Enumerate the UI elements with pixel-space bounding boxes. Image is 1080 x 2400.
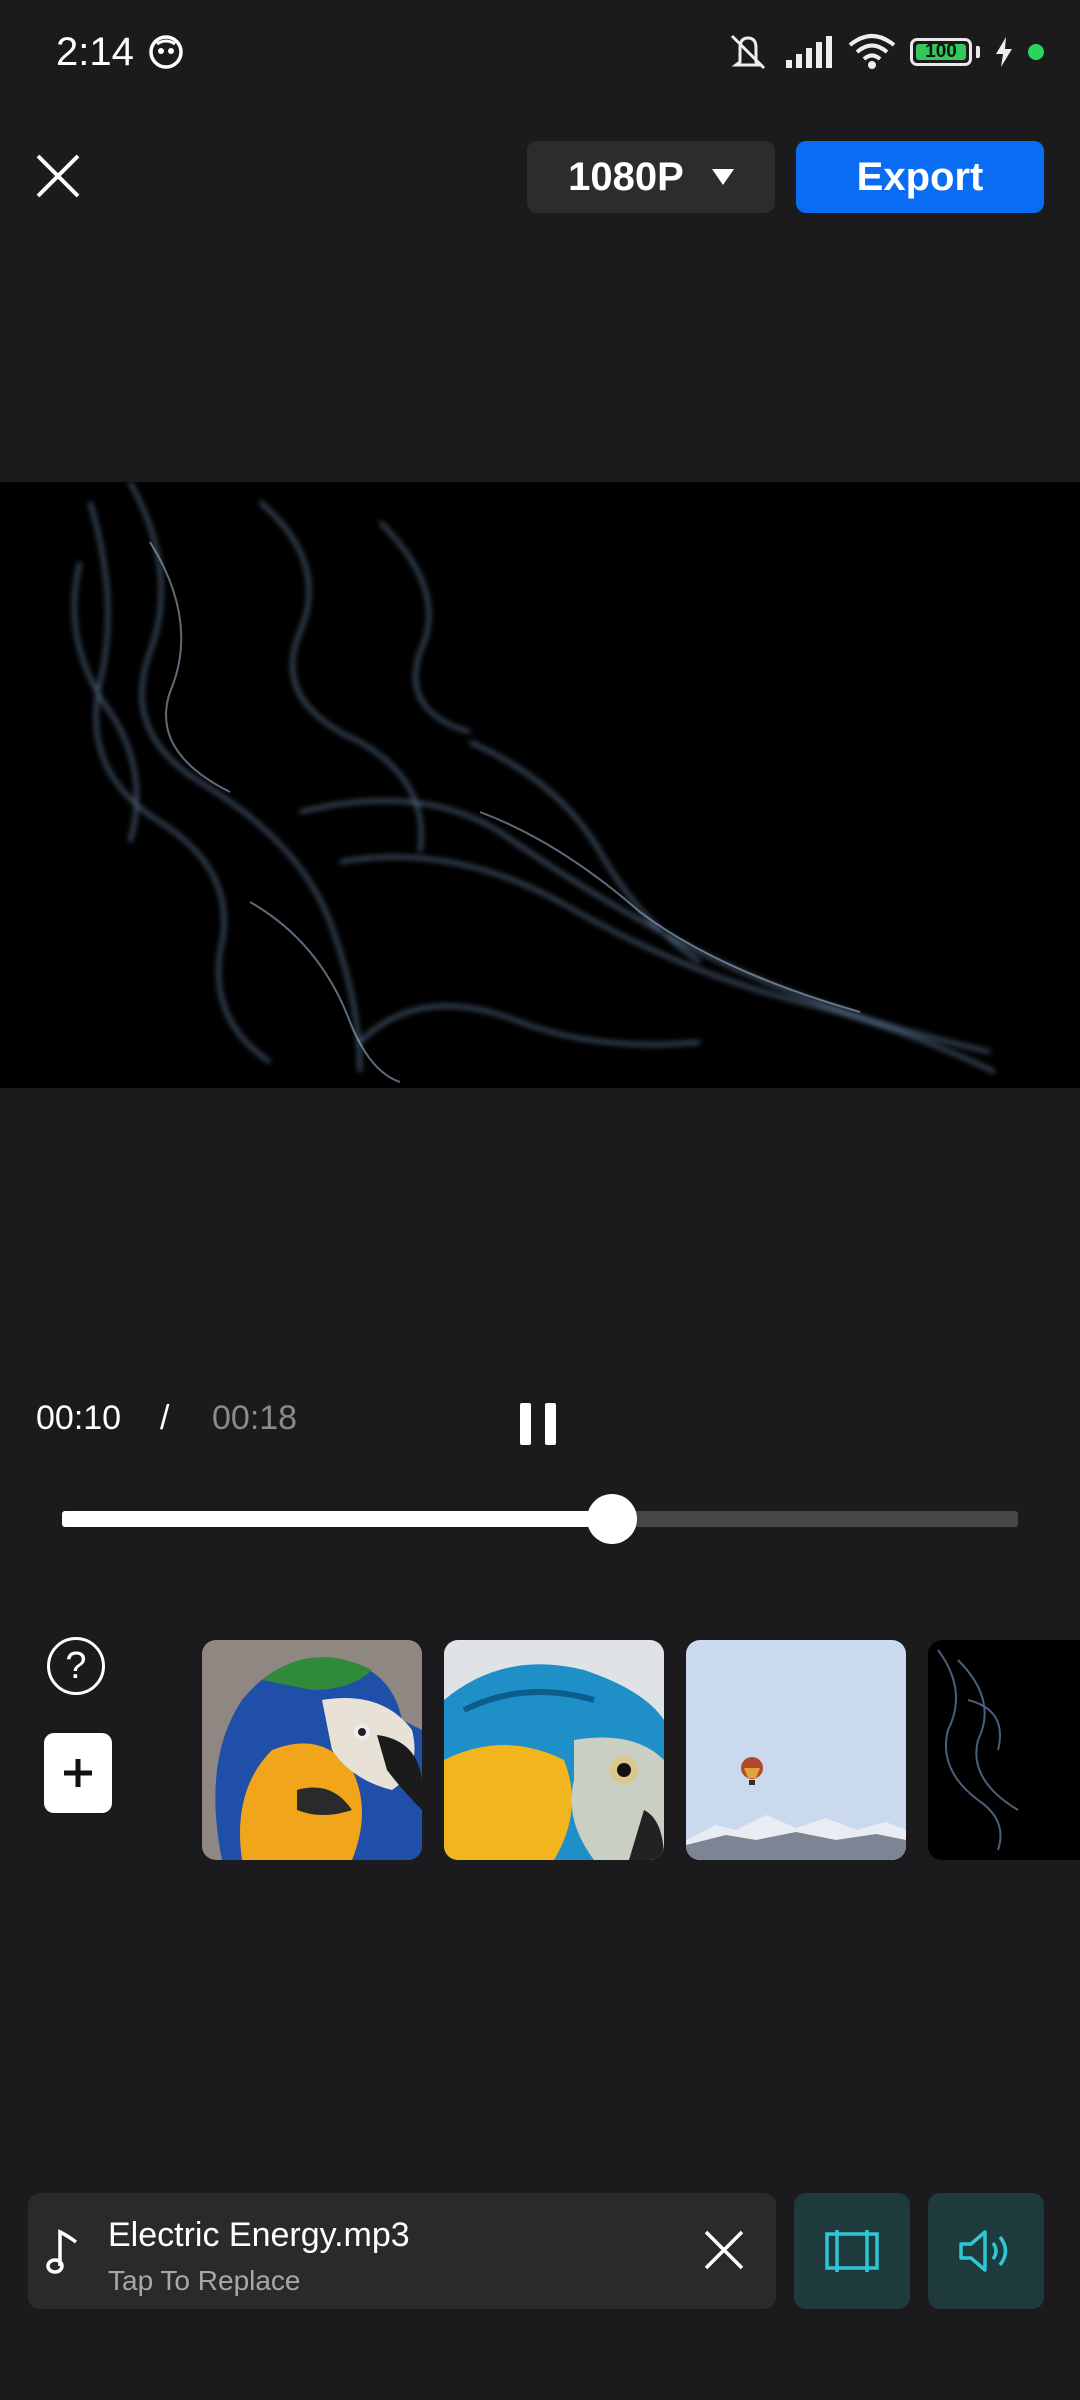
- battery-level: 100: [925, 41, 957, 62]
- battery-icon: 100: [910, 38, 972, 66]
- pause-button[interactable]: [506, 1396, 570, 1452]
- smoke-video-frame: [72, 482, 996, 1083]
- export-button[interactable]: Export: [796, 141, 1044, 213]
- current-time: 00:10: [36, 1399, 122, 1437]
- wifi-icon: [848, 34, 896, 69]
- smoke-image: [928, 1640, 1080, 1860]
- charging-icon: [996, 37, 1012, 67]
- help-circle-icon: ?: [65, 1644, 87, 1687]
- plus-icon: [64, 1759, 92, 1787]
- seek-progress: [62, 1511, 612, 1527]
- clip-thumbnail-macaw-1[interactable]: [202, 1640, 422, 1860]
- resolution-label: 1080P: [568, 154, 684, 199]
- remove-audio-button[interactable]: [698, 2224, 750, 2276]
- pause-icon-bar-right: [545, 1403, 556, 1445]
- macaw-image: [202, 1640, 422, 1860]
- status-icons: 100: [726, 28, 1044, 76]
- audio-replace-hint[interactable]: Tap To Replace: [108, 2261, 301, 2301]
- close-icon: [36, 154, 80, 198]
- clip-thumbnail-macaw-2[interactable]: [444, 1640, 664, 1860]
- mute-icon: [730, 34, 766, 70]
- seek-bar[interactable]: [62, 1511, 1018, 1527]
- close-icon: [704, 2230, 744, 2270]
- resolution-dropdown[interactable]: 1080P: [527, 141, 775, 213]
- crop-button[interactable]: [794, 2193, 910, 2309]
- add-clip-button[interactable]: [44, 1733, 112, 1813]
- video-preview[interactable]: [0, 482, 1080, 1088]
- privacy-indicator-dot: [1028, 44, 1044, 60]
- macaw-closeup-image: [444, 1640, 664, 1860]
- volume-icon: [959, 2230, 1008, 2272]
- music-note-icon: [46, 2229, 78, 2274]
- seek-handle[interactable]: [586, 1494, 637, 1544]
- volume-button[interactable]: [928, 2193, 1044, 2309]
- crop-frame-icon: [825, 2230, 879, 2272]
- help-button[interactable]: ?: [47, 1637, 105, 1695]
- status-time: 2:14: [56, 30, 134, 74]
- app-notification-icon: [149, 35, 183, 69]
- time-separator: /: [160, 1399, 170, 1437]
- clip-thumbnail-smoke[interactable]: [928, 1640, 1080, 1860]
- triangle-down-icon: [711, 169, 734, 185]
- pause-icon-bar-left: [520, 1403, 531, 1445]
- clip-thumbnail-balloon[interactable]: [686, 1640, 906, 1860]
- signal-icon: [786, 36, 832, 68]
- battery-tip: [976, 46, 980, 58]
- total-time: 00:18: [212, 1399, 298, 1437]
- hot-air-balloon-image: [686, 1640, 906, 1860]
- audio-file-name[interactable]: Electric Energy.mp3: [108, 2213, 410, 2257]
- close-button[interactable]: [28, 146, 88, 206]
